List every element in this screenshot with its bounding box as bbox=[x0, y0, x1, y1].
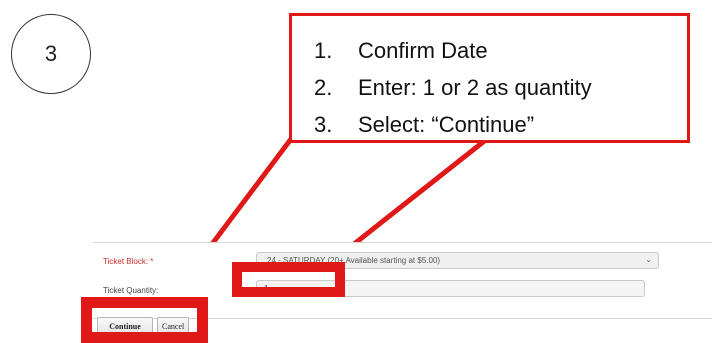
instructions-callout: 1. Confirm Date 2. Enter: 1 or 2 as quan… bbox=[289, 13, 690, 143]
instruction-text: Enter: 1 or 2 as quantity bbox=[358, 75, 592, 100]
instruction-text: Confirm Date bbox=[358, 38, 488, 63]
instruction-item: 3. Select: “Continue” bbox=[314, 106, 687, 143]
quantity-highlight-box bbox=[232, 262, 345, 297]
ticket-quantity-label: Ticket Quantity: bbox=[103, 286, 159, 295]
instruction-item: 1. Confirm Date bbox=[314, 32, 687, 69]
chevron-down-icon: ⌄ bbox=[645, 255, 652, 264]
instruction-number: 2. bbox=[314, 75, 333, 100]
instruction-item: 2. Enter: 1 or 2 as quantity bbox=[314, 69, 687, 106]
instruction-text: Select: “Continue” bbox=[358, 112, 535, 137]
ticket-block-label: Ticket Block: * bbox=[103, 257, 154, 266]
step-number-circle: 3 bbox=[11, 14, 91, 94]
instruction-number: 3. bbox=[314, 112, 333, 137]
instructions-list: 1. Confirm Date 2. Enter: 1 or 2 as quan… bbox=[314, 32, 687, 143]
continue-highlight-box bbox=[81, 297, 208, 343]
step-number: 3 bbox=[44, 41, 58, 66]
instruction-number: 1. bbox=[314, 38, 333, 63]
